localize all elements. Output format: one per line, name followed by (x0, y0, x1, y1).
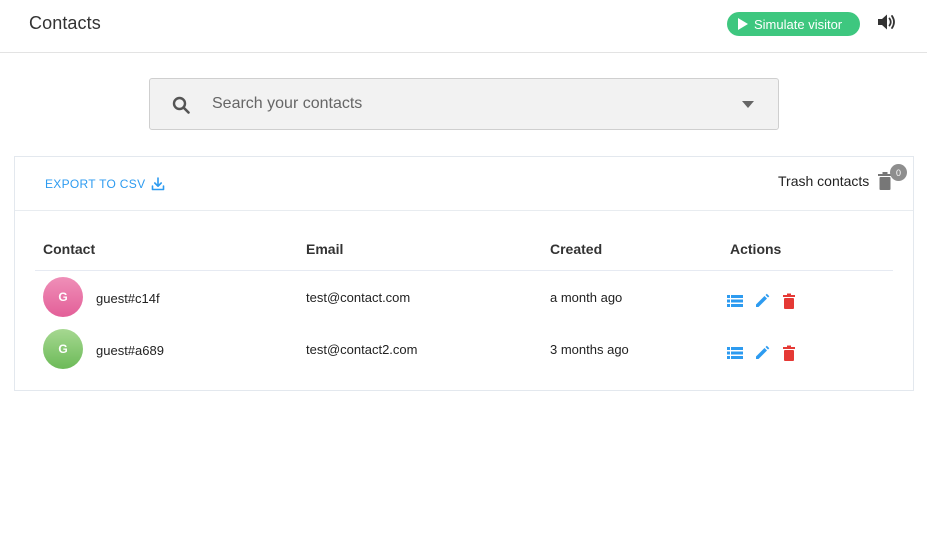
simulate-visitor-label: Simulate visitor (754, 16, 843, 32)
search-icon (172, 96, 190, 114)
contact-created: 3 months ago (550, 342, 629, 357)
avatar: G (43, 329, 83, 369)
contact-name: guest#a689 (96, 343, 164, 358)
trash-count-badge: 0 (890, 164, 907, 181)
contact-email: test@contact.com (306, 290, 411, 305)
contact-created: a month ago (550, 290, 623, 305)
column-header-actions: Actions (730, 241, 782, 257)
volume-icon[interactable] (877, 13, 897, 31)
page-title: Contacts (29, 13, 101, 33)
delete-icon[interactable] (781, 345, 797, 361)
list-icon[interactable] (727, 345, 743, 361)
export-csv-label: EXPORT TO CSV (45, 177, 146, 191)
edit-icon[interactable] (754, 293, 770, 309)
avatar: G (43, 277, 83, 317)
search-input[interactable] (212, 79, 732, 129)
card-toolbar: EXPORT TO CSV Trash contacts 0 (15, 157, 913, 211)
top-bar: Contacts Simulate visitor (0, 0, 927, 53)
contact-search (149, 78, 779, 130)
contact-email: test@contact2.com (306, 342, 418, 357)
contacts-card: EXPORT TO CSV Trash contacts 0 Contact E… (14, 156, 914, 391)
column-header-created: Created (550, 241, 603, 257)
delete-icon[interactable] (781, 293, 797, 309)
simulate-visitor-button[interactable]: Simulate visitor (727, 12, 860, 36)
edit-icon[interactable] (754, 345, 770, 361)
column-header-email: Email (306, 241, 344, 257)
list-icon[interactable] (727, 293, 743, 309)
play-icon (738, 18, 748, 30)
trash-contacts-label: Trash contacts (778, 173, 870, 189)
download-icon (152, 177, 165, 191)
table-row[interactable]: G guest#a689 test@contact2.com 3 months … (15, 324, 913, 376)
chevron-down-icon[interactable] (742, 101, 754, 108)
header-divider (35, 270, 893, 271)
export-csv-button[interactable]: EXPORT TO CSV (45, 177, 165, 191)
column-header-contact: Contact (43, 241, 96, 257)
contact-name: guest#c14f (96, 291, 160, 306)
table-row[interactable]: G guest#c14f test@contact.com a month ag… (15, 272, 913, 324)
